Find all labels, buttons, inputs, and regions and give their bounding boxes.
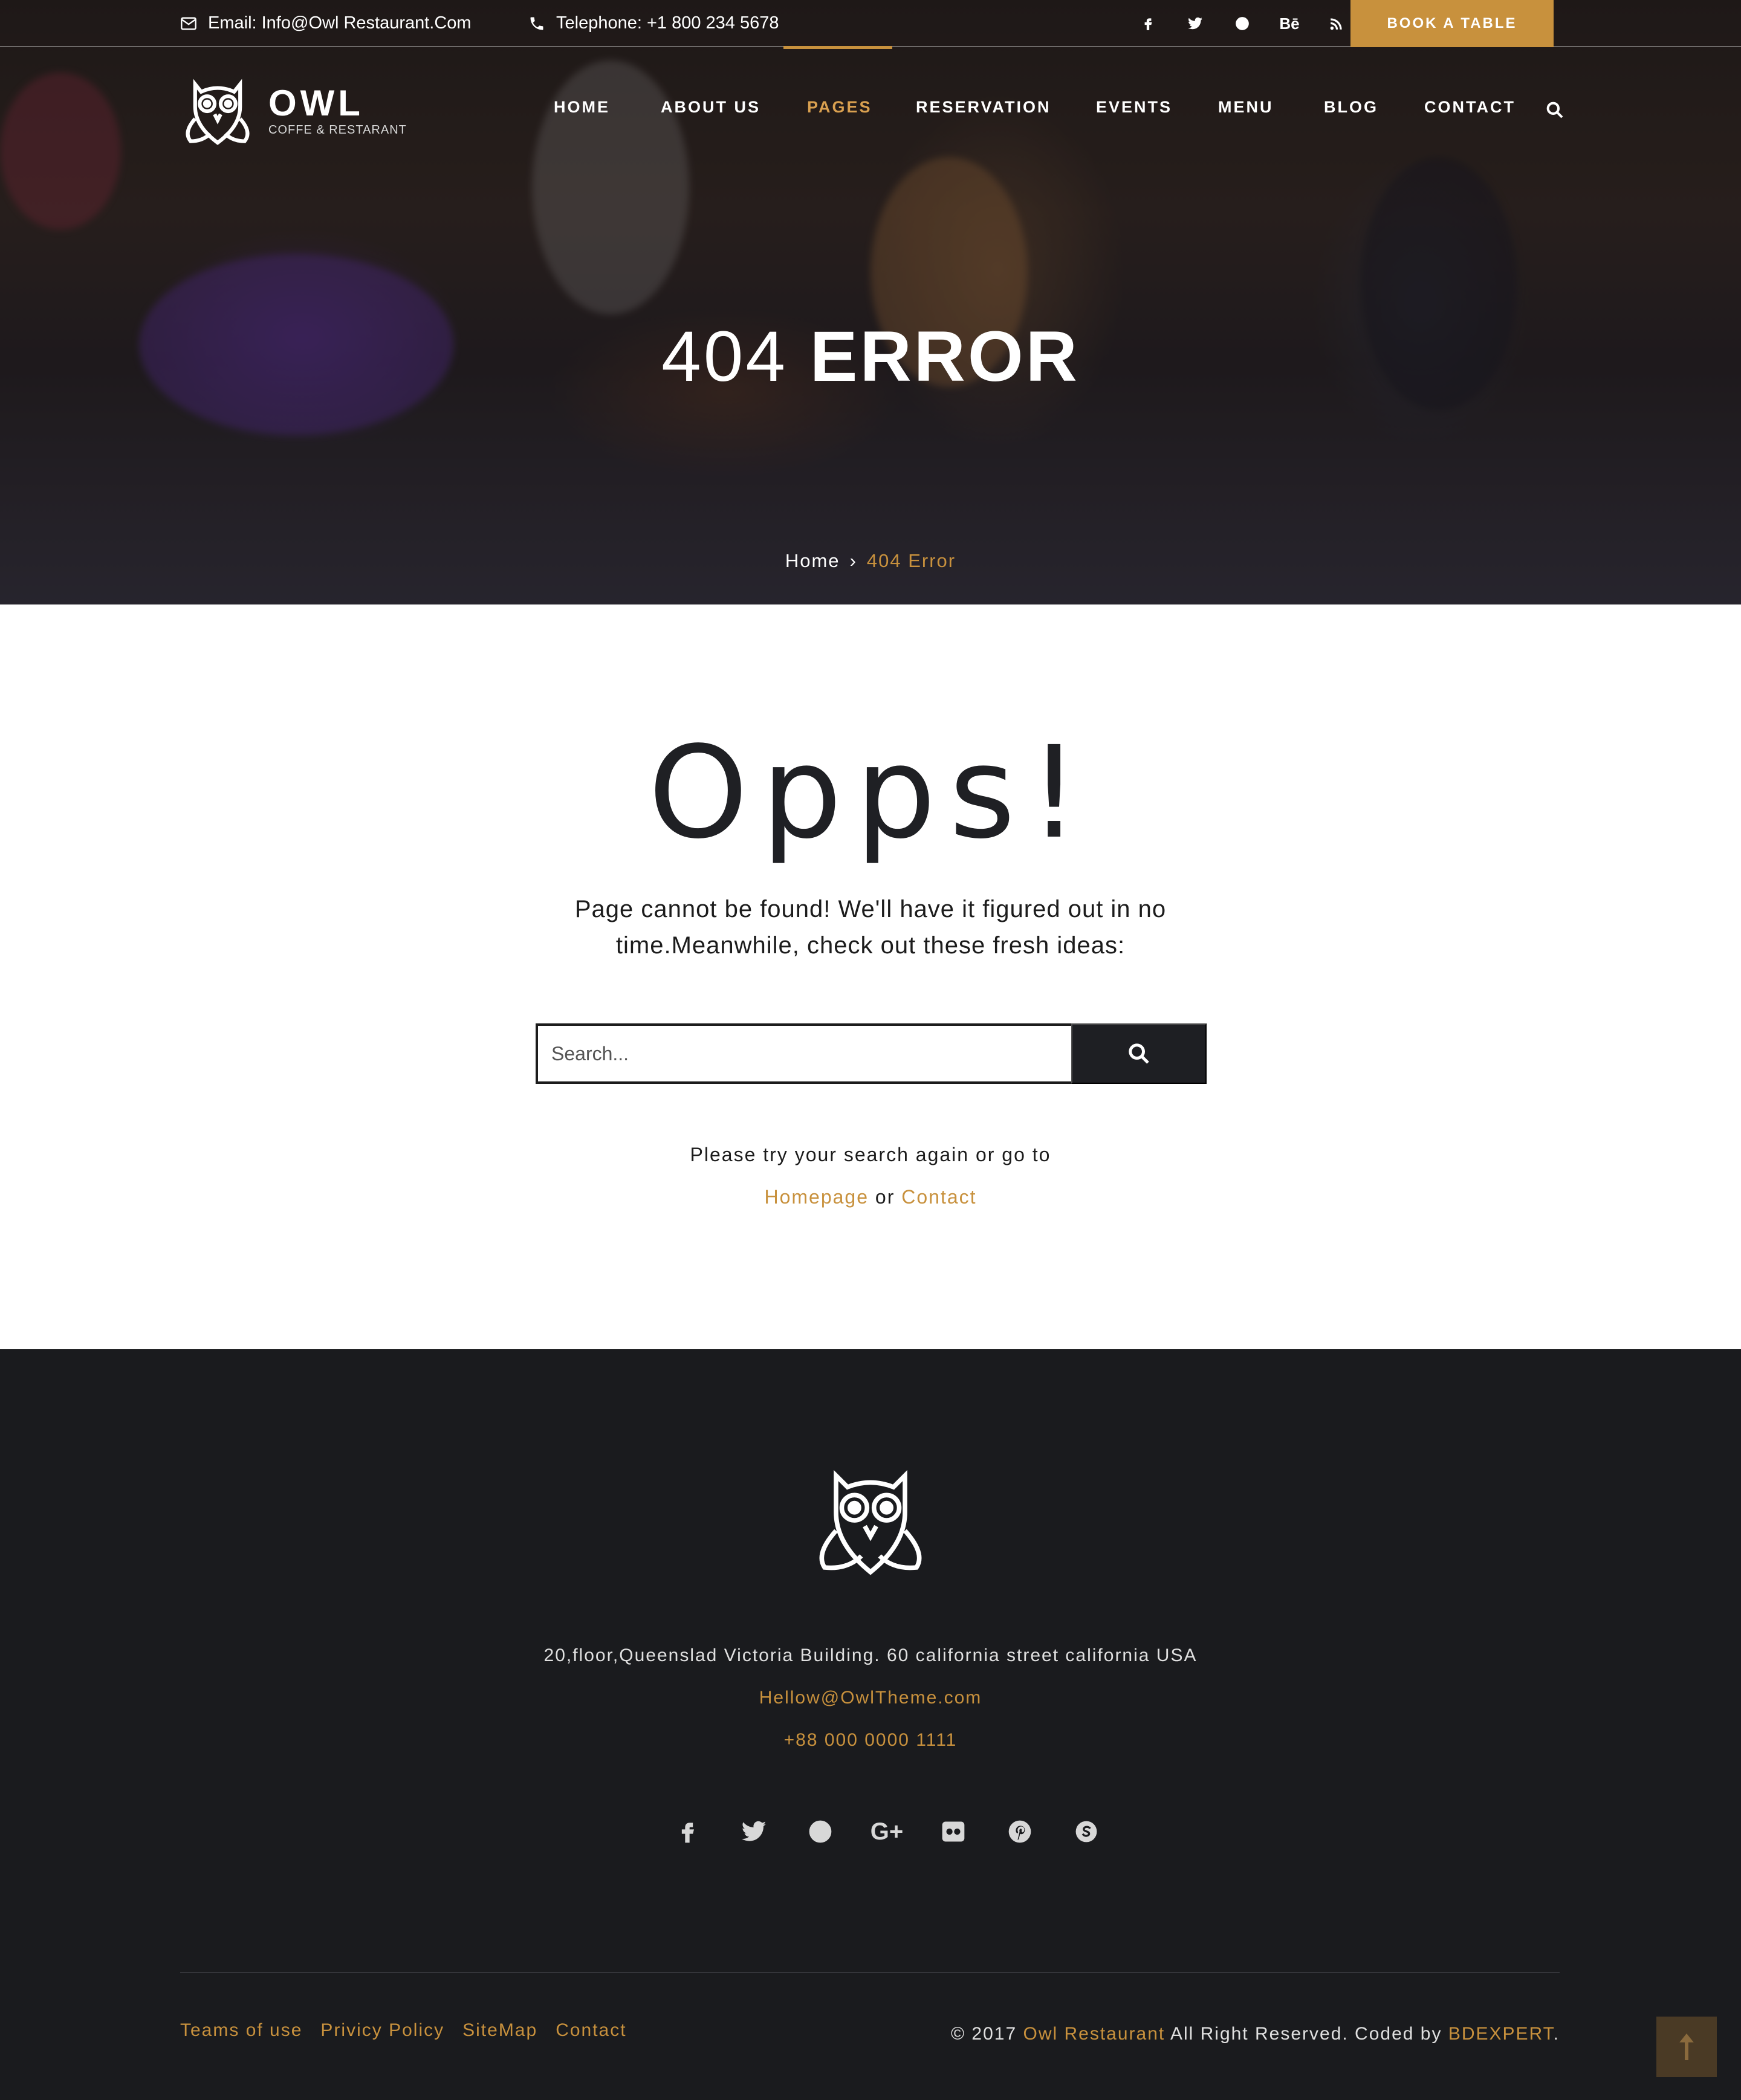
breadcrumb: Home › 404 Error: [0, 550, 1741, 572]
top-bar: Email: Info@Owl Restaurant.Com Telephone…: [0, 0, 1741, 47]
nav-item-blog[interactable]: BLOG: [1324, 98, 1378, 117]
footer-link-contact[interactable]: Contact: [556, 2020, 626, 2041]
envelope-icon: [181, 17, 196, 30]
flickr-icon[interactable]: [920, 1815, 987, 1849]
page-title: 404 ERROR: [0, 314, 1741, 399]
page-title-word: ERROR: [809, 317, 1080, 397]
topbar-email[interactable]: Email: Info@Owl Restaurant.Com: [180, 13, 472, 33]
copyright-text: © 2017 Owl Restaurant All Right Reserved…: [951, 2024, 1560, 2044]
hero-banner: Email: Info@Owl Restaurant.Com Telephone…: [0, 0, 1741, 604]
nav-item-reservation[interactable]: RESERVATION: [916, 98, 1051, 117]
book-a-table-button[interactable]: BOOK A TABLE: [1350, 0, 1554, 47]
footer-divider: [180, 1972, 1560, 1973]
topbar-phone[interactable]: Telephone: +1 800 234 5678: [528, 13, 779, 33]
footer-link-terms[interactable]: Teams of use: [180, 2020, 302, 2041]
facebook-icon[interactable]: [1124, 13, 1172, 34]
copyright-author-link[interactable]: BDEXPERT: [1448, 2024, 1554, 2044]
behance-icon[interactable]: Bē: [1266, 13, 1313, 34]
error-heading: Opps!: [648, 719, 1093, 867]
page-title-number: 404: [661, 317, 788, 397]
nav-item-about-us[interactable]: ABOUT US: [661, 98, 760, 117]
breadcrumb-current: 404 Error: [866, 550, 956, 571]
nav-item-home[interactable]: HOME: [554, 98, 610, 117]
or-text: or: [875, 1186, 895, 1208]
site-footer: 20,floor,Queenslad Victoria Building. 60…: [0, 1349, 1741, 2100]
pinterest-icon[interactable]: [987, 1815, 1053, 1849]
nav-active-indicator: [783, 46, 892, 49]
chevron-right-icon: ›: [849, 550, 857, 571]
owl-logo-icon: [819, 1470, 922, 1575]
copyright-prefix: © 2017: [950, 2024, 1017, 2044]
homepage-link[interactable]: Homepage: [764, 1186, 869, 1208]
search-input[interactable]: [536, 1023, 1071, 1084]
footer-link-sitemap[interactable]: SiteMap: [462, 2020, 537, 2041]
error-message: Page cannot be found! We'll have it figu…: [574, 896, 1167, 959]
twitter-icon[interactable]: [1172, 13, 1219, 34]
main-navigation: HOME ABOUT US PAGES RESERVATION EVENTS M…: [0, 98, 1741, 122]
facebook-icon[interactable]: [654, 1815, 721, 1849]
nav-item-menu[interactable]: MENU: [1218, 98, 1274, 117]
breadcrumb-home[interactable]: Home: [785, 550, 840, 571]
error-content: Opps! Page cannot be found! We'll have i…: [0, 604, 1741, 1349]
twitter-icon[interactable]: [721, 1815, 787, 1849]
back-to-top-button[interactable]: [1656, 2017, 1717, 2077]
footer-social-links: G+: [654, 1815, 1120, 1849]
nav-item-pages[interactable]: PAGES: [807, 98, 872, 117]
arrow-up-icon: [1679, 2034, 1694, 2060]
topbar-email-label: Email: Info@Owl Restaurant.Com: [208, 13, 472, 33]
footer-address: 20,floor,Queenslad Victoria Building. 60…: [543, 1645, 1198, 1665]
search-form: [536, 1023, 1207, 1084]
phone-icon: [530, 17, 543, 30]
search-button[interactable]: [1071, 1023, 1207, 1084]
nav-item-events[interactable]: EVENTS: [1096, 98, 1172, 117]
brand-tagline: COFFE & RESTARANT: [268, 123, 407, 137]
footer-link-privacy[interactable]: Privicy Policy: [320, 2020, 444, 2041]
topbar-social-links: Bē: [1124, 13, 1360, 34]
copyright-end: .: [1553, 2024, 1560, 2044]
copyright-brand-link[interactable]: Owl Restaurant: [1023, 2024, 1166, 2044]
search-icon: [1129, 1043, 1149, 1064]
copyright-middle: All Right Reserved. Coded by: [1170, 2024, 1442, 2044]
dribbble-icon[interactable]: [787, 1815, 854, 1849]
footer-links: Teams of use Privicy Policy SiteMap Cont…: [180, 2020, 627, 2041]
contact-link[interactable]: Contact: [901, 1186, 976, 1208]
dribbble-icon[interactable]: [1219, 13, 1266, 34]
nav-item-contact[interactable]: CONTACT: [1424, 98, 1516, 117]
search-icon[interactable]: [1545, 100, 1564, 120]
footer-phone[interactable]: +88 000 0000 1111: [0, 1730, 1741, 1751]
skype-icon[interactable]: [1053, 1815, 1120, 1849]
google-plus-icon[interactable]: G+: [854, 1815, 920, 1849]
footer-email[interactable]: Hellow@OwlTheme.com: [0, 1688, 1741, 1708]
try-again-text: Please try your search again or go to: [690, 1144, 1051, 1165]
suggested-links: Homepage or Contact: [0, 1186, 1741, 1208]
topbar-phone-label: Telephone: +1 800 234 5678: [556, 13, 779, 33]
